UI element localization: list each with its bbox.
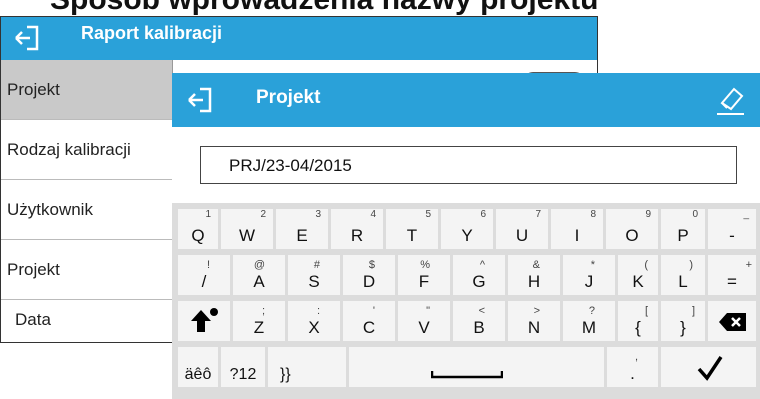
list-item[interactable]: Projekt [1, 60, 173, 120]
window-header: Raport kalibracji [1, 17, 597, 60]
key[interactable]: ) L [661, 255, 705, 295]
dialog-header: Projekt [172, 73, 760, 127]
key[interactable]: _ - [708, 209, 756, 249]
on-screen-keyboard: 1Q 2W 3E 4R 5T 6Y 7U 8I 9O 0P _ - ! / @ A #… [172, 203, 760, 399]
key[interactable]: > N [508, 301, 560, 341]
settings-list: Projekt Rodzaj kalibracji Użytkownik Pro… [1, 60, 173, 340]
key[interactable]: 8I [551, 209, 603, 249]
dot-key[interactable]: ,. [607, 347, 658, 387]
list-item[interactable]: Rodzaj kalibracji [1, 120, 173, 180]
project-input-dialog: Projekt PRJ/23-04/2015 1Q 2W 3E 4R 5T 6Y… [172, 73, 760, 399]
key[interactable]: :X [288, 301, 340, 341]
key[interactable]: & H [508, 255, 560, 295]
key[interactable]: @ A [233, 255, 285, 295]
list-item[interactable]: Użytkownik [1, 180, 173, 240]
list-item[interactable]: Projekt [1, 240, 173, 300]
key[interactable]: 6Y [441, 209, 493, 249]
key[interactable]: ! / [178, 255, 230, 295]
key[interactable]: 5T [386, 209, 438, 249]
key[interactable]: [{ [618, 301, 658, 341]
backspace-key[interactable] [708, 301, 756, 341]
key[interactable]: 9O [606, 209, 658, 249]
back-arrow-icon[interactable] [13, 24, 41, 52]
dialog-title: Projekt [256, 87, 321, 108]
key[interactable]: < B [453, 301, 505, 341]
key[interactable]: ]} [661, 301, 705, 341]
list-item[interactable]: Data [1, 300, 173, 340]
key[interactable]: 3E [276, 209, 328, 249]
window-title: Raport kalibracji [81, 23, 223, 43]
symbols-key[interactable]: }} [268, 347, 346, 387]
key[interactable]: * J [563, 255, 615, 295]
key[interactable]: ^ G [453, 255, 505, 295]
checkmark-icon [697, 356, 723, 381]
shift-key[interactable] [178, 301, 230, 341]
key[interactable]: $ D [343, 255, 395, 295]
back-arrow-icon[interactable] [186, 86, 214, 114]
space-bar-icon [431, 371, 503, 379]
key[interactable]: 2W [221, 209, 273, 249]
key[interactable]: 4R [331, 209, 383, 249]
eraser-icon[interactable] [714, 83, 746, 117]
numbers-key[interactable]: ?12 [221, 347, 265, 387]
key[interactable]: # S [288, 255, 340, 295]
project-name-input[interactable]: PRJ/23-04/2015 [200, 146, 737, 184]
key[interactable]: 1Q [178, 209, 218, 249]
accents-key[interactable]: äêô [178, 347, 218, 387]
key[interactable]: " V [398, 301, 450, 341]
enter-key[interactable] [661, 347, 756, 387]
key[interactable]: % F [398, 255, 450, 295]
key[interactable]: 7U [496, 209, 548, 249]
shift-icon [191, 308, 218, 332]
backspace-icon [719, 313, 746, 331]
key[interactable]: ' C [343, 301, 395, 341]
key[interactable]: ; Z [233, 301, 285, 341]
document-heading: Sposób wprowadzenia nazwy projektu [50, 0, 598, 17]
key[interactable]: 0P [661, 209, 705, 249]
key[interactable]: + = [708, 255, 756, 295]
key[interactable]: ? M [563, 301, 615, 341]
space-key[interactable] [349, 347, 604, 387]
key[interactable]: (K [618, 255, 658, 295]
